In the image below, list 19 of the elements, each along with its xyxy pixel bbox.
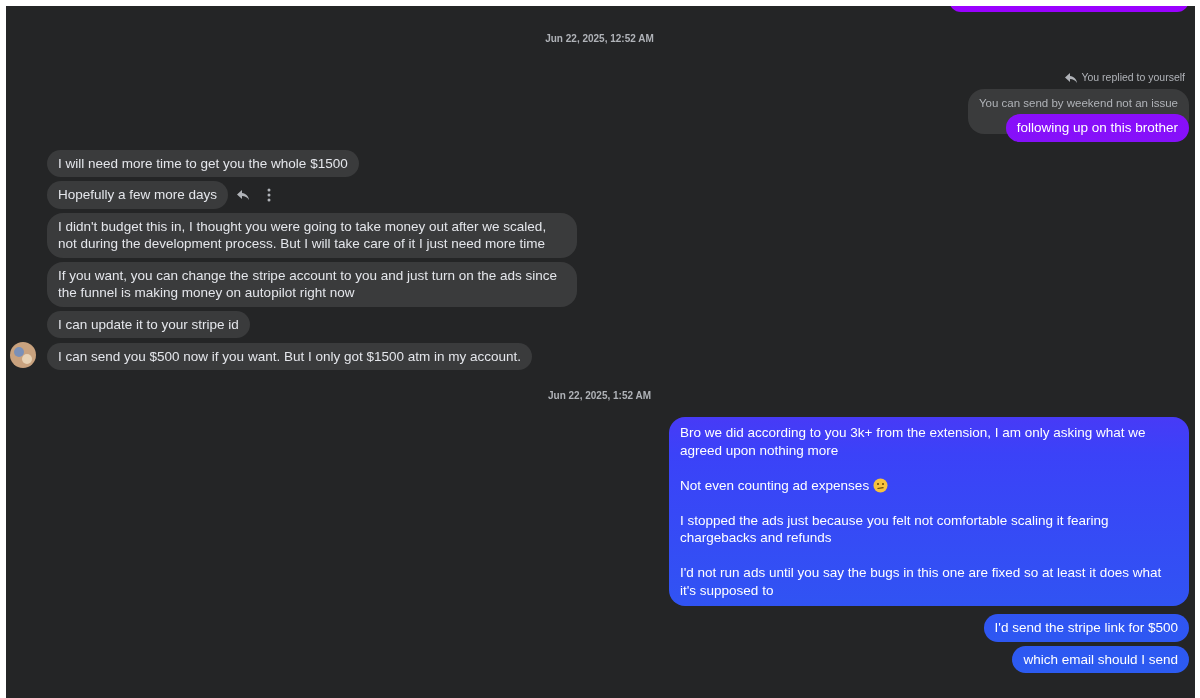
more-icon[interactable]	[267, 187, 272, 202]
message-text: I'd not run ads until you say the bugs in this one are fixed so at least it does what it's supposed to	[680, 564, 1163, 599]
message-text: I stopped the ads just because you felt not comfortable scaling it fearing chargebacks and refunds	[680, 511, 1110, 547]
message-bubble: I can send you $500 now if you want. But I only got $1500 atm in my account.	[47, 342, 533, 370]
message-bubble: which email should I send	[1012, 645, 1189, 673]
message-bubble: I can update it to your stripe id	[47, 310, 250, 338]
message-bubble: I'd send the stripe link for $500	[983, 614, 1189, 642]
reply-icon	[1064, 72, 1078, 84]
message-bubble: If you want, you can change the stripe account to you and just turn on the ads since the funnel is making money on autopilot right now	[47, 261, 577, 307]
message-bubble: I will need more time to get you the whole $1500	[47, 149, 359, 177]
reply-label: You replied to yourself	[1081, 70, 1185, 85]
message-text: Not even counting ad expenses	[680, 476, 870, 494]
message-bubble: Hopefully a few more days	[47, 181, 229, 209]
message-bubble: following up on this brother	[1005, 114, 1189, 142]
timestamp: Jun 22, 2025, 12:52 AM	[545, 32, 654, 46]
timestamp: Jun 22, 2025, 1:52 AM	[548, 389, 651, 403]
message-bubble: I didn't budget this in, I thought you were going to take money out after we scaled, not during the development process. But I will take care of it I just need more time	[47, 212, 577, 258]
reply-icon[interactable]	[236, 188, 252, 201]
message-text: Bro we did according to you 3k+ from the extension, I am only asking what we agreed upon nothing more	[680, 424, 1147, 459]
